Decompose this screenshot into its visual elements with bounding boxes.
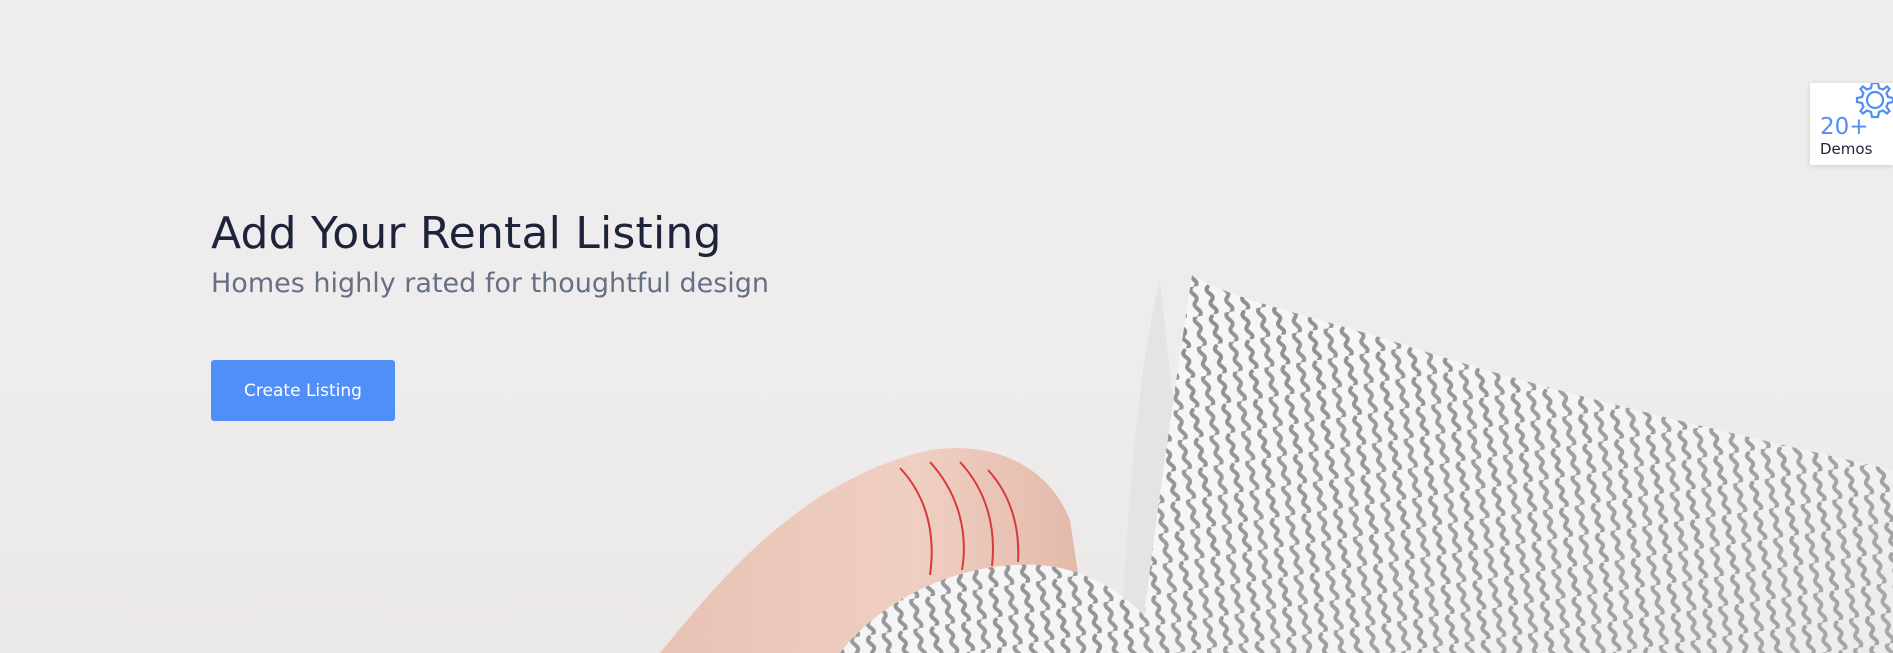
demos-label: Demos — [1820, 140, 1873, 158]
hero-section: Add Your Rental Listing Homes highly rat… — [0, 0, 1893, 653]
hero-subtitle: Homes highly rated for thoughtful design — [211, 268, 770, 299]
hero-background-photo — [660, 275, 1893, 653]
hero-content: Add Your Rental Listing Homes highly rat… — [211, 206, 1031, 302]
demos-count: 20+ — [1820, 114, 1869, 140]
hero-title: Add Your Rental Listing — [211, 208, 722, 259]
demos-widget[interactable]: 20+ Demos — [1810, 83, 1893, 165]
create-listing-button[interactable]: Create Listing — [211, 360, 395, 421]
